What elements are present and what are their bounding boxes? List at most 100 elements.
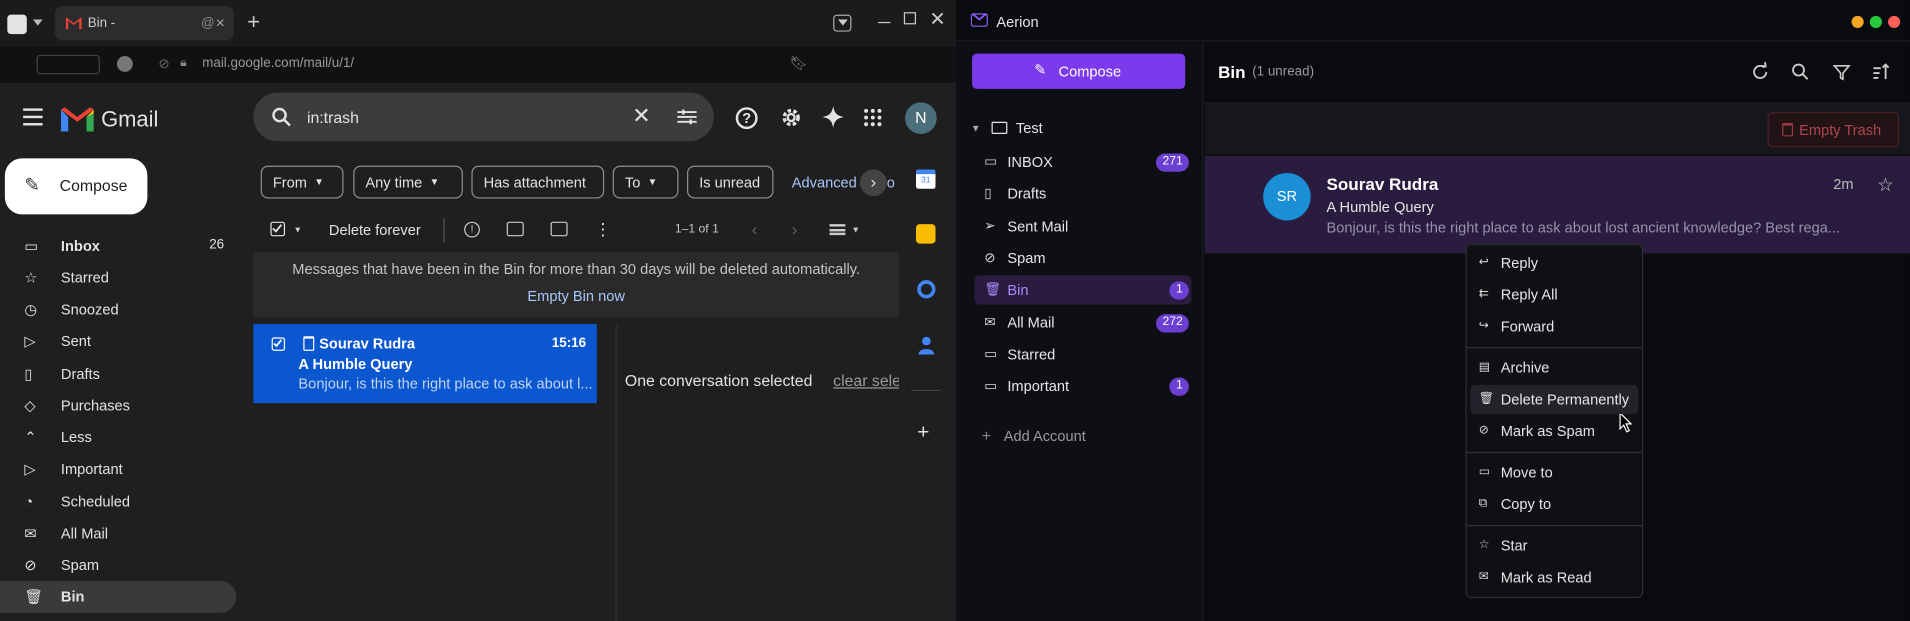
filter-has-attachment[interactable]: Has attachment [471,165,605,199]
delete-forever-button[interactable]: Delete forever [329,222,421,239]
nav-item-starred[interactable]: ☆ Starred [0,262,236,294]
apps-grid-icon[interactable] [864,108,882,127]
url-text[interactable]: mail.google.com/mail/u/1/ [202,56,354,71]
new-tab-icon[interactable]: + [247,10,260,36]
minimize-icon[interactable] [878,21,891,24]
search-icon[interactable] [1791,62,1810,81]
menu-item-copy-to[interactable]: ⧉ Copy to [1470,490,1638,519]
nav-item-scheduled[interactable]: ◔ Scheduled [0,486,236,518]
message-checkbox[interactable] [271,337,286,351]
clear-selection-link[interactable]: clear sele [833,372,901,390]
folder-drafts[interactable]: ▯ Drafts [974,179,1191,208]
folder-important[interactable]: ▭ Important 1 [974,372,1191,401]
nav-item-purchases[interactable]: ◇ Purchases [0,390,236,422]
keep-icon[interactable] [916,224,936,244]
gemini-sparkle-icon[interactable] [822,105,845,128]
hamburger-menu-icon[interactable] [23,108,43,126]
menu-item-move-to[interactable]: ▭ Move to [1470,458,1638,487]
nav-item-drafts[interactable]: ▯ Drafts [0,358,236,390]
menu-item-mark-as-read[interactable]: ✉ Mark as Read [1470,563,1638,592]
menu-item-delete-permanently[interactable]: 🗑︎ Delete Permanently [1470,384,1639,415]
filter-is-unread[interactable]: Is unread [687,165,774,199]
permissions-icon[interactable]: ⊘ [158,56,169,72]
report-spam-icon[interactable]: ! [464,221,480,238]
filter-icon[interactable] [1832,62,1851,81]
gmail-brand[interactable]: Gmail [101,107,158,133]
add-icon[interactable]: + [982,426,991,444]
search-bar[interactable]: in:trash ✕ [253,92,714,142]
search-input[interactable]: in:trash [307,108,359,126]
nav-item-bin[interactable]: 🗑︎ Bin [0,581,237,613]
filter-to[interactable]: To ▼ [612,165,679,199]
compose-button[interactable]: ✎ Compose [4,158,148,215]
previous-page-icon[interactable]: ‹ [752,219,758,238]
maximize-icon[interactable] [903,12,917,25]
account-name[interactable]: Test [1016,119,1043,136]
search-options-icon[interactable] [677,108,697,125]
aerion-compose-button[interactable]: ✎ Compose [972,53,1186,89]
refresh-icon[interactable] [1750,62,1769,81]
menu-item-reply[interactable]: ↩ Reply [1470,248,1638,277]
window-minimize-dot[interactable] [1851,15,1864,29]
nav-item-snoozed[interactable]: ◷ Snoozed [0,294,236,326]
split-pane-icon[interactable] [829,224,846,236]
nav-item-inbox[interactable]: ▭ Inbox 26 [0,230,236,262]
select-menu-icon[interactable]: ▼ [294,227,302,236]
tab-bin[interactable]: Bin - @ × [54,6,234,41]
menu-item-forward[interactable]: ↪ Forward [1470,312,1638,341]
window-close-icon[interactable]: ✕ [929,7,945,31]
filter-from[interactable]: From ▼ [260,165,344,199]
nav-item-all-mail[interactable]: ✉ All Mail [0,518,236,550]
sort-icon[interactable] [1871,62,1890,81]
more-options-icon[interactable]: ⋮ [594,219,611,240]
folder-starred[interactable]: ▭ Starred [974,340,1191,369]
chevron-right-icon[interactable]: › [859,169,887,197]
menu-item-reply-all[interactable]: ⇇ Reply All [1470,280,1638,309]
next-page-icon[interactable]: › [792,219,798,238]
chevron-down-icon[interactable] [32,19,43,26]
advanced-search-link[interactable]: Advanced [792,174,857,191]
move-to-icon[interactable] [550,221,568,237]
nav-item-spam[interactable]: ⊘ Spam [0,549,236,581]
chevron-down-icon[interactable]: ▼ [851,227,859,236]
aerion-message-row[interactable]: SR Sourav Rudra 2m ☆ A Humble Query Bonj… [1204,155,1910,254]
message-row[interactable]: Sourav Rudra 15:16 A Humble Query Bonjou… [253,324,597,404]
help-icon[interactable]: ? [735,107,758,130]
tasks-icon[interactable] [917,280,936,299]
nav-item-less[interactable]: ⌃ Less [0,421,236,453]
contacts-icon[interactable] [918,336,935,355]
empty-bin-now-link[interactable]: Empty Bin now [253,287,899,304]
settings-gear-icon[interactable] [780,106,803,129]
bookmark-icon[interactable]: 🔖︎ [789,55,808,72]
folder-all-mail[interactable]: ✉ All Mail 272 [974,308,1191,337]
tab-list-icon[interactable] [833,14,852,32]
navigation-controls-icon[interactable] [36,54,100,75]
add-app-icon[interactable]: + [917,420,929,444]
folder-inbox[interactable]: ▭ INBOX 271 [974,147,1191,176]
folder-bin[interactable]: 🗑︎ Bin 1 [974,275,1192,305]
calendar-icon[interactable]: 31 [916,169,936,189]
empty-trash-button[interactable]: Empty Trash [1767,112,1900,148]
select-all-checkbox[interactable] [270,221,286,237]
nav-item-important[interactable]: ▷ Important [0,453,236,485]
window-close-dot[interactable] [1888,15,1901,29]
extension-icon[interactable] [116,56,133,72]
clear-search-icon[interactable]: ✕ [632,104,650,130]
gmail-logo-icon[interactable] [60,107,94,132]
pane-divider[interactable] [615,324,618,621]
menu-item-archive[interactable]: ▤ Archive [1470,353,1638,382]
chevron-down-icon[interactable]: ▼ [971,123,981,134]
add-account-button[interactable]: Add Account [1004,428,1086,445]
folder-spam[interactable]: ⊘ Spam [974,244,1191,273]
search-icon[interactable] [272,107,291,127]
mark-read-icon[interactable] [506,221,524,237]
filter-any-time[interactable]: Any time ▼ [353,165,463,199]
menu-item-star[interactable]: ☆ Star [1470,531,1638,560]
browser-logo-icon[interactable] [7,14,27,35]
window-maximize-dot[interactable] [1869,15,1882,29]
folder-sent-mail[interactable]: ➢ Sent Mail [974,212,1191,241]
tab-close-icon[interactable]: × [216,13,225,31]
menu-item-mark-as-spam[interactable]: ⊘ Mark as Spam [1470,417,1638,446]
nav-item-sent[interactable]: ▷ Sent [0,325,236,357]
star-icon[interactable]: ☆ [1877,174,1893,196]
